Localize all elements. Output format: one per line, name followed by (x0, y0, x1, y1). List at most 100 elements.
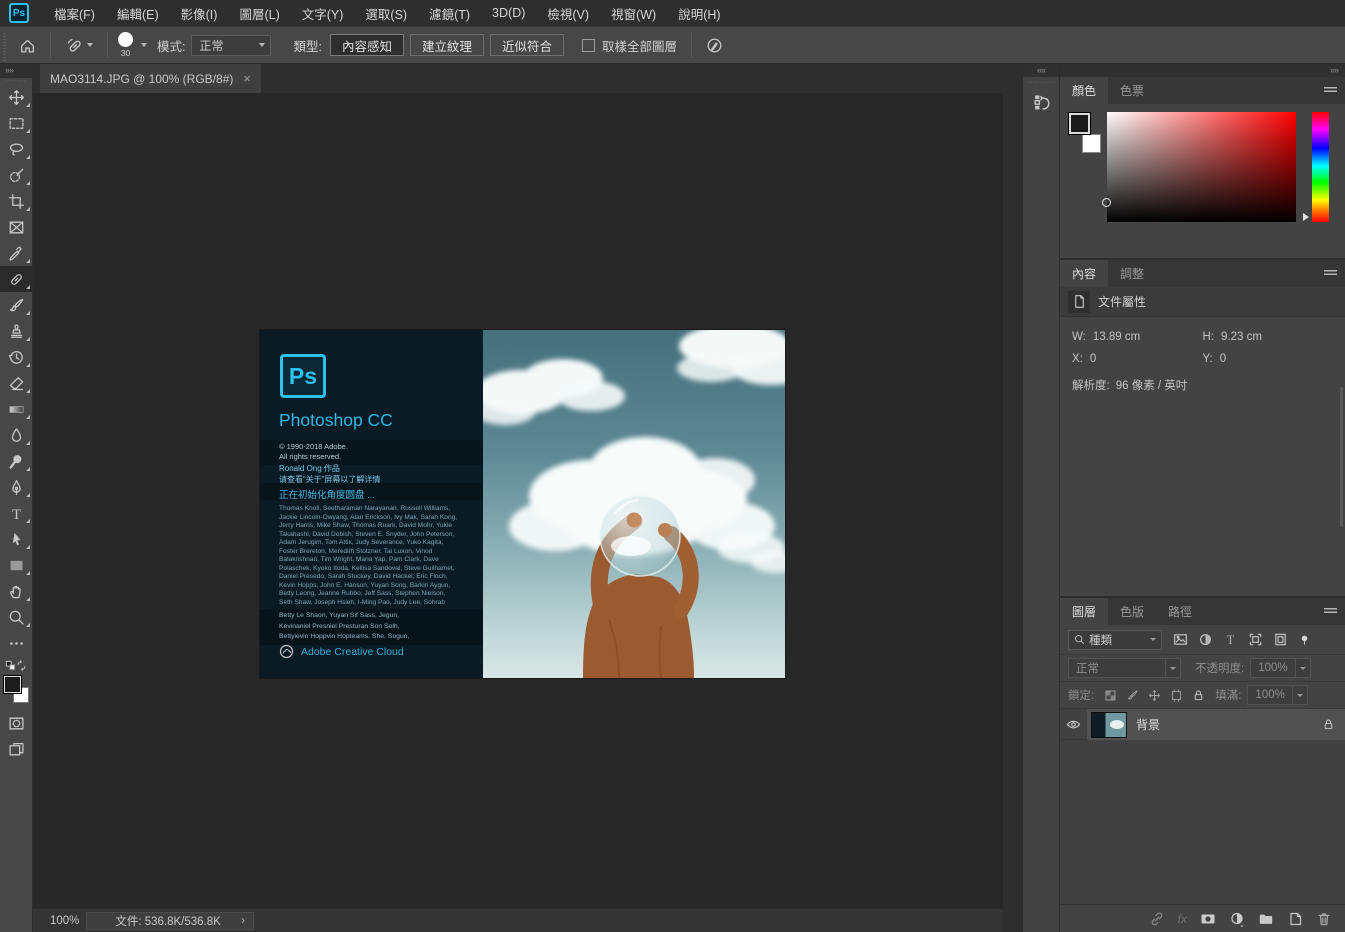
hue-slider[interactable] (1312, 112, 1329, 222)
type-button[interactable]: 近似符合 (490, 34, 564, 56)
panel-menu-icon[interactable] (1324, 608, 1337, 615)
lock-image-icon[interactable] (1126, 689, 1139, 702)
menu-item-layer[interactable]: 圖層(L) (228, 0, 290, 26)
gradient-tool[interactable] (0, 396, 33, 422)
tab-color[interactable]: 顏色 (1060, 77, 1108, 104)
new-adjustment-layer-icon[interactable] (1229, 911, 1245, 927)
delete-layer-icon[interactable] (1316, 911, 1332, 927)
filter-pixel-layers-icon[interactable] (1173, 632, 1188, 647)
menu-item-type[interactable]: 文字(Y) (291, 0, 355, 26)
swap-colors-icon[interactable] (16, 660, 27, 671)
type-button[interactable]: 建立紋理 (410, 34, 484, 56)
blur-tool[interactable] (0, 422, 33, 448)
fill-field[interactable]: 100% (1247, 685, 1307, 705)
lock-artboard-icon[interactable] (1170, 689, 1183, 702)
add-layer-mask-icon[interactable] (1200, 911, 1216, 927)
type-button[interactable]: 內容感知 (330, 34, 404, 56)
menu-item-help[interactable]: 說明(H) (667, 0, 731, 26)
rectangle-tool[interactable] (0, 552, 33, 578)
menu-item-image[interactable]: 影像(I) (170, 0, 229, 26)
lasso-tool[interactable] (0, 136, 33, 162)
new-layer-icon[interactable] (1287, 911, 1303, 927)
home-button[interactable] (11, 30, 44, 60)
crop-tool[interactable] (0, 188, 33, 214)
rectangular-marquee-tool[interactable] (0, 110, 33, 136)
layer-filter-select[interactable]: 種類 (1068, 630, 1162, 650)
tools-panel-expand[interactable]: »» (0, 64, 32, 78)
file-info-box[interactable]: 文件: 536.8K/536.8K › (86, 912, 254, 930)
hue-slider-arrow[interactable] (1303, 213, 1309, 221)
menu-item-3d[interactable]: 3D(D) (481, 0, 536, 26)
quick-mask-mode-button[interactable] (0, 710, 33, 736)
layer-row-selected[interactable]: 背景 (1087, 709, 1345, 740)
tool-preset-button[interactable] (57, 30, 101, 60)
filter-toggle-icon[interactable] (1298, 632, 1311, 647)
layer-row[interactable]: 背景 (1060, 709, 1345, 740)
frame-tool[interactable] (0, 214, 33, 240)
options-bar-grip[interactable] (0, 27, 7, 63)
pressure-size-button[interactable] (698, 30, 731, 60)
dock-collapse[interactable]: »» (1060, 64, 1345, 77)
tab-swatches[interactable]: 色票 (1108, 77, 1156, 104)
menu-item-edit[interactable]: 編輯(E) (106, 0, 170, 26)
layer-thumbnail[interactable] (1091, 712, 1127, 738)
foreground-color-swatch[interactable] (4, 676, 21, 693)
filter-shape-layers-icon[interactable] (1248, 632, 1263, 647)
lock-transparency-icon[interactable] (1104, 689, 1117, 702)
path-selection-tool[interactable] (0, 526, 33, 552)
new-group-icon[interactable] (1258, 911, 1274, 927)
mode-select[interactable]: 正常 (191, 35, 271, 56)
filter-smart-objects-icon[interactable] (1273, 632, 1288, 647)
clone-stamp-tool[interactable] (0, 318, 33, 344)
panel-menu-icon[interactable] (1324, 270, 1337, 277)
collapsed-panels-expand[interactable]: «« (1023, 64, 1059, 77)
edit-toolbar[interactable] (0, 630, 33, 656)
default-colors-icon[interactable] (5, 660, 16, 671)
opacity-field[interactable]: 100% (1250, 658, 1310, 678)
spot-healing-brush-tool[interactable] (0, 266, 33, 292)
status-expand-icon[interactable]: › (241, 915, 245, 927)
scrollbar[interactable] (1340, 387, 1343, 527)
menu-item-select[interactable]: 選取(S) (354, 0, 418, 26)
layer-visibility-toggle[interactable] (1060, 709, 1087, 740)
panel-menu-icon[interactable] (1324, 87, 1337, 94)
brush-tool[interactable] (0, 292, 33, 318)
sample-all-layers-checkbox[interactable] (582, 39, 595, 52)
tab-layers[interactable]: 圖層 (1060, 598, 1108, 625)
close-icon[interactable]: × (243, 71, 251, 86)
zoom-tool[interactable] (0, 604, 33, 630)
saturation-brightness-field[interactable] (1107, 112, 1296, 222)
menu-item-window[interactable]: 視窗(W) (600, 0, 667, 26)
tab-adjustments[interactable]: 調整 (1108, 260, 1156, 287)
tab-paths[interactable]: 路徑 (1156, 598, 1204, 625)
tab-properties[interactable]: 內容 (1060, 260, 1108, 287)
brush-preset-picker[interactable]: 30 (114, 32, 137, 58)
background-color-swatch[interactable] (1082, 134, 1101, 153)
lock-position-icon[interactable] (1148, 689, 1161, 702)
filter-adjustment-layers-icon[interactable] (1198, 632, 1213, 647)
type-tool[interactable]: T (0, 500, 33, 526)
menu-item-view[interactable]: 檢視(V) (536, 0, 600, 26)
layer-lock-icon[interactable] (1322, 718, 1335, 731)
lock-all-icon[interactable] (1192, 689, 1205, 702)
blend-mode-select[interactable]: 正常 (1068, 658, 1181, 678)
pen-tool[interactable] (0, 474, 33, 500)
eraser-tool[interactable] (0, 370, 33, 396)
link-layers-icon[interactable] (1149, 911, 1165, 927)
zoom-level-field[interactable]: 100% (50, 915, 86, 927)
quick-selection-tool[interactable] (0, 162, 33, 188)
menu-item-filter[interactable]: 濾鏡(T) (418, 0, 481, 26)
menu-item-file[interactable]: 檔案(F) (43, 0, 106, 26)
foreground-color-swatch[interactable] (1069, 113, 1090, 134)
tab-channels[interactable]: 色版 (1108, 598, 1156, 625)
document-tab[interactable]: MAO3114.JPG @ 100% (RGB/8#) × (40, 64, 261, 93)
history-brush-tool[interactable] (0, 344, 33, 370)
dodge-tool[interactable] (0, 448, 33, 474)
canvas-area[interactable]: Ps Photoshop CC © 1990-2018 Adobe. All r… (33, 93, 1003, 908)
filter-type-layers-icon[interactable]: T (1223, 632, 1238, 647)
hand-tool[interactable] (0, 578, 33, 604)
screen-mode-button[interactable] (0, 736, 33, 762)
color-picker-marker[interactable] (1102, 198, 1111, 207)
move-tool[interactable] (0, 84, 33, 110)
history-panel-button[interactable] (1023, 85, 1061, 119)
